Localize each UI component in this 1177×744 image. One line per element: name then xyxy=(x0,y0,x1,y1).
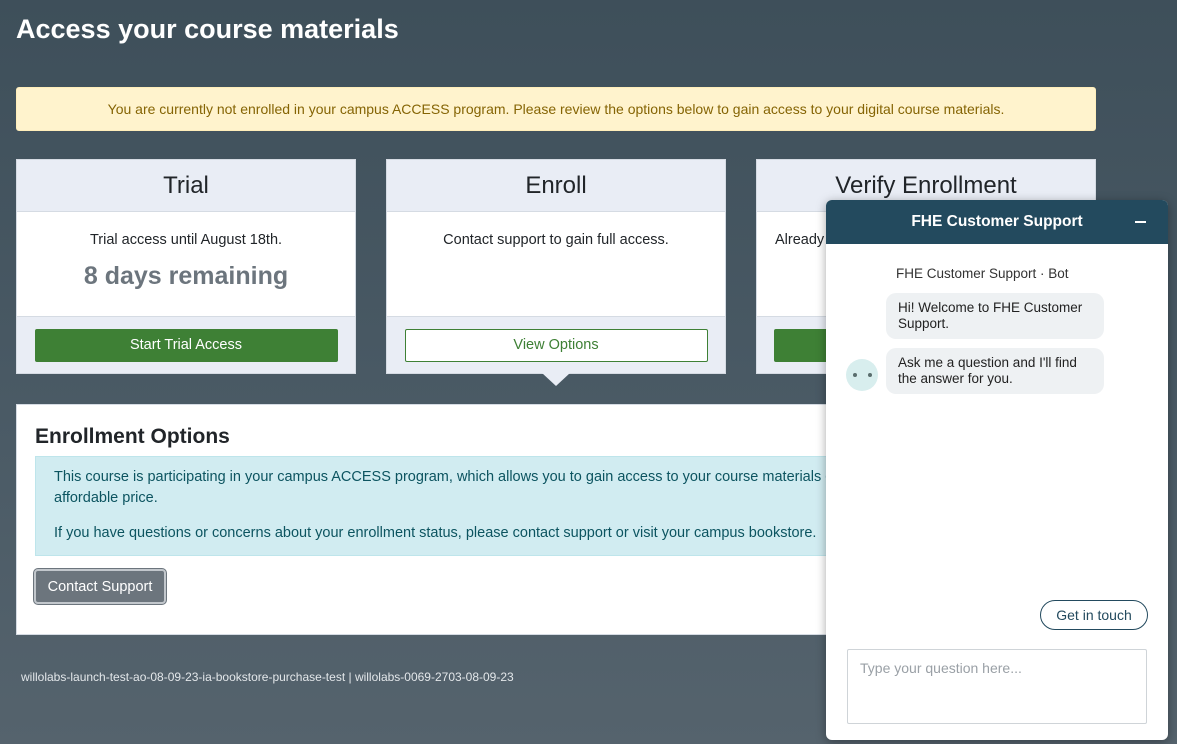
bot-avatar-icon xyxy=(846,359,878,391)
chat-message: Ask me a question and I'll find the answ… xyxy=(886,348,1104,394)
page-title: Access your course materials xyxy=(16,14,399,44)
info-line-1: This course is participating in your cam… xyxy=(54,469,833,485)
enroll-card: Enroll Contact support to gain full acce… xyxy=(386,159,726,374)
footer-identifier: willolabs-launch-test-ao-08-09-23-ia-boo… xyxy=(21,670,514,684)
chat-header: FHE Customer Support xyxy=(826,200,1168,244)
get-in-touch-button[interactable]: Get in touch xyxy=(1040,600,1148,630)
view-options-button[interactable]: View Options xyxy=(404,328,708,362)
chat-question-input[interactable] xyxy=(847,649,1147,724)
trial-card-title: Trial xyxy=(17,160,355,212)
enroll-text: Contact support to gain full access. xyxy=(443,232,669,248)
info-line-1b: affordable price. xyxy=(54,490,158,506)
trial-card: Trial Trial access until August 18th. 8 … xyxy=(16,159,356,374)
days-remaining: 8 days remaining xyxy=(83,262,289,290)
chat-sender-label: FHE Customer Support · Bot xyxy=(896,266,1069,281)
minimize-icon[interactable] xyxy=(1135,221,1146,223)
alert-text: You are currently not enrolled in your c… xyxy=(107,101,1005,117)
enrollment-options-title: Enrollment Options xyxy=(35,425,230,448)
trial-access-text: Trial access until August 18th. xyxy=(89,232,283,248)
chat-message: Hi! Welcome to FHE Customer Support. xyxy=(886,293,1104,339)
enroll-card-title: Enroll xyxy=(387,160,725,212)
enrollment-alert: You are currently not enrolled in your c… xyxy=(16,87,1096,131)
chat-title: FHE Customer Support xyxy=(911,213,1083,230)
start-trial-button[interactable]: Start Trial Access xyxy=(34,328,338,362)
contact-support-button[interactable]: Contact Support xyxy=(34,569,166,604)
selected-card-pointer xyxy=(542,373,570,386)
chat-widget: FHE Customer Support FHE Customer Suppor… xyxy=(826,200,1168,740)
